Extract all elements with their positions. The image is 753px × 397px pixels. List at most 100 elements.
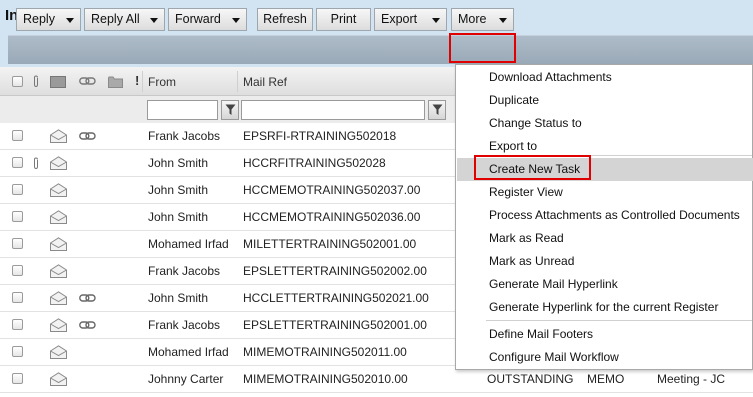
- select-all-checkbox[interactable]: [12, 76, 23, 87]
- opened-mail-icon: [50, 291, 67, 305]
- menu-item-mark-as-unread[interactable]: Mark as Unread: [457, 250, 753, 273]
- from-cell: John Smith: [148, 183, 209, 197]
- folder-icon[interactable]: [108, 76, 123, 88]
- chevron-down-icon[interactable]: [499, 18, 507, 23]
- opened-mail-icon: [50, 210, 67, 224]
- mail-ref-cell: MIMEMOTRAINING502011.00: [243, 345, 407, 359]
- mail-ref-cell: MILETTERTRAINING502001.00: [243, 237, 417, 251]
- chevron-down-icon[interactable]: [232, 18, 240, 23]
- more-label: More: [458, 12, 487, 26]
- menu-separator: [486, 320, 752, 321]
- forward-button[interactable]: Forward: [168, 8, 247, 31]
- mail-ref-cell: HCCLETTERTRAINING502021.00: [243, 291, 429, 305]
- menu-item-configure-mail-workflow[interactable]: Configure Mail Workflow: [457, 346, 753, 369]
- more-highlight-box: [449, 33, 516, 63]
- more-dropdown-menu: Download Attachments Duplicate Change Stat…: [455, 64, 753, 370]
- mail-ref-cell: EPSRFI-RTRAINING502018: [243, 129, 397, 143]
- toolbar-strip: [8, 35, 753, 64]
- from-cell: Mohamed Irfad: [148, 345, 229, 359]
- menu-item-process-attachments-as-controlled-documents[interactable]: Process Attachments as Controlled Docume…: [457, 204, 753, 227]
- link-icon: [79, 132, 96, 140]
- from-cell: John Smith: [148, 210, 209, 224]
- chevron-down-icon[interactable]: [432, 18, 440, 23]
- row-checkbox[interactable]: [12, 373, 23, 384]
- type-cell: MEMO: [587, 372, 625, 386]
- chevron-down-icon[interactable]: [66, 18, 74, 23]
- from-cell: Frank Jacobs: [148, 129, 221, 143]
- row-checkbox[interactable]: [12, 319, 23, 330]
- row-checkbox[interactable]: [12, 238, 23, 249]
- from-cell: John Smith: [148, 291, 209, 305]
- link-icon[interactable]: [79, 77, 96, 86]
- opened-mail-icon: [50, 372, 67, 386]
- export-label: Export: [381, 12, 418, 26]
- attachment-icon[interactable]: [32, 75, 40, 88]
- menu-item-mark-as-read[interactable]: Mark as Read: [457, 227, 753, 250]
- row-checkbox[interactable]: [12, 157, 23, 168]
- menu-item-change-status-to[interactable]: Change Status to: [457, 112, 753, 135]
- menu-item-define-mail-footers[interactable]: Define Mail Footers: [457, 323, 753, 346]
- mail-ref-cell: EPSLETTERTRAINING502001.00: [243, 318, 427, 332]
- opened-mail-icon: [50, 237, 67, 251]
- refresh-label: Refresh: [263, 12, 307, 26]
- forward-label: Forward: [175, 12, 221, 26]
- from-filter-input[interactable]: [147, 100, 218, 120]
- opened-mail-icon: [50, 156, 67, 170]
- mail-ref-cell: EPSLETTERTRAINING502002.00: [243, 264, 427, 278]
- from-filter-button[interactable]: [221, 100, 239, 120]
- filter-icon: [432, 104, 443, 115]
- opened-mail-icon: [50, 264, 67, 278]
- mail-ref-filter-button[interactable]: [428, 100, 446, 120]
- row-checkbox[interactable]: [12, 292, 23, 303]
- row-checkbox[interactable]: [12, 265, 23, 276]
- row-checkbox[interactable]: [12, 211, 23, 222]
- opened-mail-icon: [50, 129, 67, 143]
- mail-status-icon[interactable]: [50, 76, 66, 88]
- print-label: Print: [330, 12, 357, 26]
- reply-label: Reply: [23, 12, 55, 26]
- from-cell: Johnny Carter: [148, 372, 224, 386]
- menu-item-download-attachments[interactable]: Download Attachments: [457, 66, 753, 89]
- link-icon: [79, 294, 96, 302]
- from-cell: Frank Jacobs: [148, 264, 221, 278]
- export-button[interactable]: Export: [374, 8, 447, 31]
- menu-item-duplicate[interactable]: Duplicate: [457, 89, 753, 112]
- from-cell: John Smith: [148, 156, 209, 170]
- row-checkbox[interactable]: [12, 346, 23, 357]
- menu-item-generate-hyperlink-for-the-current-register[interactable]: Generate Hyperlink for the current Regis…: [457, 296, 753, 319]
- attachment-icon: [34, 157, 38, 170]
- status-cell: OUTSTANDING: [487, 372, 574, 386]
- mail-ref-cell: MIMEMOTRAINING502010.00: [243, 372, 408, 386]
- link-icon: [79, 321, 96, 329]
- column-divider: [237, 71, 238, 92]
- mail-ref-column-header[interactable]: Mail Ref: [243, 75, 287, 89]
- mail-ref-cell: HCCRFITRAINING502028: [243, 156, 386, 170]
- refresh-button[interactable]: Refresh: [257, 8, 313, 31]
- opened-mail-icon: [50, 345, 67, 359]
- menu-item-register-view[interactable]: Register View: [457, 181, 753, 204]
- column-divider: [142, 71, 143, 92]
- mail-ref-cell: HCCMEMOTRAINING502037.00: [243, 183, 421, 197]
- from-cell: Mohamed Irfad: [148, 237, 229, 251]
- create-task-highlight-box: [474, 155, 591, 180]
- print-button[interactable]: Print: [316, 8, 371, 31]
- chevron-down-icon[interactable]: [150, 18, 158, 23]
- priority-column-icon[interactable]: !: [135, 73, 139, 88]
- toolbar: [0, 30, 753, 67]
- opened-mail-icon: [50, 183, 67, 197]
- table-row[interactable]: Johnny Carter MIMEMOTRAINING502010.00 OUTS…: [0, 366, 753, 393]
- opened-mail-icon: [50, 318, 67, 332]
- mail-ref-filter-input[interactable]: [241, 100, 425, 120]
- from-cell: Frank Jacobs: [148, 318, 221, 332]
- row-checkbox[interactable]: [12, 184, 23, 195]
- more-button[interactable]: More: [451, 8, 514, 31]
- reply-button[interactable]: Reply: [16, 8, 81, 31]
- from-column-header[interactable]: From: [148, 75, 176, 89]
- filter-icon: [225, 104, 236, 115]
- mail-ref-cell: HCCMEMOTRAINING502036.00: [243, 210, 421, 224]
- reply-all-button[interactable]: Reply All: [84, 8, 165, 31]
- menu-item-generate-mail-hyperlink[interactable]: Generate Mail Hyperlink: [457, 273, 753, 296]
- reply-all-label: Reply All: [91, 12, 140, 26]
- subject-cell: Meeting - JC: [657, 372, 726, 386]
- row-checkbox[interactable]: [12, 130, 23, 141]
